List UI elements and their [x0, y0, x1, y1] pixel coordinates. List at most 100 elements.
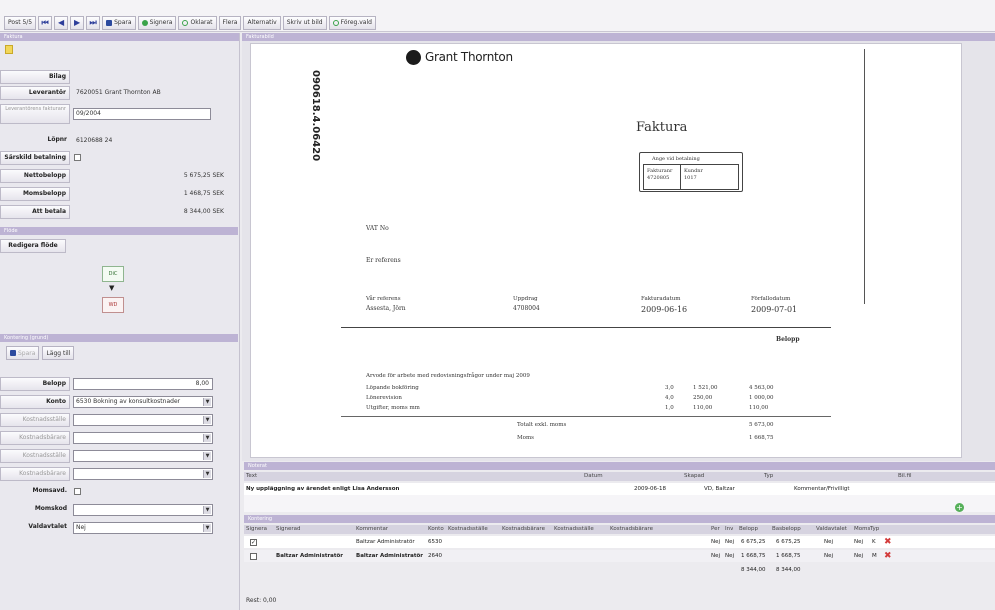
- invoice-image[interactable]: Grant Thornton 090618.4.06420 Faktura An…: [250, 43, 962, 458]
- posting-agreement: Nej: [824, 539, 834, 545]
- delete-row-icon[interactable]: ✖: [884, 550, 892, 562]
- posting-vat: Nej: [854, 553, 864, 559]
- assignment-label: Uppdrag: [513, 296, 538, 302]
- special-payment-row: Särskild betalning: [0, 150, 238, 165]
- col-costunit[interactable]: Kostnadsbärare: [502, 525, 545, 534]
- flow-node-wd[interactable]: WD: [102, 297, 124, 313]
- invoice-line-text: Utgifter, moms mm: [366, 405, 420, 411]
- supplier-label[interactable]: Leverantör: [0, 85, 70, 100]
- col-sign[interactable]: Signera: [246, 525, 267, 534]
- add-note-icon[interactable]: +: [955, 503, 964, 512]
- col-costcenter[interactable]: Kostnadsställe: [448, 525, 488, 534]
- note-icon[interactable]: [5, 45, 13, 54]
- posting-amount: 1 668,75: [741, 553, 766, 559]
- vat-deduct-row: Momsavd.: [0, 484, 238, 499]
- invoice-line-text: Löpande bokföring: [366, 385, 419, 391]
- posting-type: M: [872, 553, 877, 559]
- supplier-row: Leverantör 7620051 Grant Thornton AB: [0, 85, 238, 100]
- next-record-button[interactable]: ▶: [70, 15, 85, 30]
- invoice-title: Faktura: [636, 120, 688, 135]
- col-costunit2[interactable]: Kostnadsbärare: [610, 525, 653, 534]
- save-button[interactable]: Spara: [102, 15, 136, 30]
- costcenter2-select[interactable]: ▼: [73, 449, 213, 462]
- col-signed[interactable]: Signerad: [276, 525, 301, 534]
- notes-col-text[interactable]: Text: [246, 472, 257, 481]
- chevron-down-icon[interactable]: ▼: [203, 469, 211, 478]
- page-edge: [864, 49, 865, 304]
- account-select[interactable]: 6530 Bokning av konsultkostnader ▼: [73, 395, 213, 408]
- notes-col-date[interactable]: Datum: [584, 472, 603, 481]
- save-icon: [10, 350, 16, 356]
- posting-base-amount: 6 675,25: [776, 539, 801, 545]
- posting-per: Nej: [711, 553, 721, 559]
- special-payment-checkbox[interactable]: [74, 154, 81, 161]
- vat-code-select[interactable]: ▼: [73, 503, 213, 516]
- col-costcenter2[interactable]: Kostnadsställe: [554, 525, 594, 534]
- unclear-button[interactable]: Oklarat: [178, 15, 217, 30]
- costcenter1-label: Kostnadsställe: [0, 412, 70, 427]
- col-base-amount[interactable]: Basbelopp: [772, 525, 801, 534]
- prev-record-button[interactable]: ◀: [54, 15, 69, 30]
- chevron-down-icon[interactable]: ▼: [203, 415, 211, 424]
- note-text: Ny uppläggning av ärendet enligt Lisa An…: [246, 486, 400, 492]
- notes-grid-header: Text Datum Skapad Typ Bil.fil: [244, 472, 995, 481]
- agreement-select[interactable]: Nej ▼: [73, 521, 213, 534]
- sign-checkbox[interactable]: [250, 553, 257, 560]
- edit-flow-button[interactable]: Redigera flöde: [0, 238, 66, 253]
- previous-selected-button[interactable]: Föreg.vald: [328, 15, 376, 30]
- voucher-button[interactable]: Bilag: [0, 69, 70, 84]
- col-type[interactable]: Typ: [870, 525, 879, 534]
- posting-total-base: 8 344,00: [776, 567, 801, 573]
- print-image-button[interactable]: Skriv ut bild: [282, 15, 327, 30]
- amount-column-header: Belopp: [776, 336, 800, 343]
- assignment-value: 4708004: [513, 305, 540, 312]
- vat-deduct-checkbox[interactable]: [74, 488, 81, 495]
- chevron-down-icon[interactable]: ▼: [203, 433, 211, 442]
- costunit2-row: Kostnadsbärare ▼: [0, 466, 238, 481]
- net-value: 5 675,25 SEK: [183, 172, 224, 179]
- col-comment[interactable]: Kommentar: [356, 525, 388, 534]
- invoice-line-sum: 1 000,00: [749, 395, 774, 401]
- amount-input[interactable]: 8,00: [73, 377, 213, 390]
- col-per[interactable]: Per: [711, 525, 720, 534]
- posting-inv: Nej: [725, 539, 735, 545]
- col-agreement[interactable]: Valdavtalet: [816, 525, 847, 534]
- delete-row-icon[interactable]: ✖: [884, 536, 892, 548]
- notes-col-attachment[interactable]: Bil.fil: [898, 472, 912, 481]
- posting-row[interactable]: ✓ Baltzar Administratör 6530 Nej Nej 6 6…: [244, 536, 995, 548]
- sign-button[interactable]: Signera: [137, 15, 177, 30]
- invoice-line-price: 1 521,00: [693, 385, 718, 391]
- costunit1-select[interactable]: ▼: [73, 431, 213, 444]
- costunit1-label: Kostnadsbärare: [0, 430, 70, 445]
- chevron-down-icon[interactable]: ▼: [203, 523, 211, 532]
- col-account[interactable]: Konto: [428, 525, 444, 534]
- chevron-down-icon[interactable]: ▼: [203, 505, 211, 514]
- supplier-invoice-input[interactable]: 09/2004: [73, 108, 211, 120]
- notes-col-created[interactable]: Skapad: [684, 472, 704, 481]
- special-payment-label: Särskild betalning: [0, 150, 70, 165]
- net-label: Nettobelopp: [0, 168, 70, 183]
- costunit2-select[interactable]: ▼: [73, 467, 213, 480]
- notes-row[interactable]: Ny uppläggning av ärendet enligt Lisa An…: [244, 483, 995, 495]
- col-vat[interactable]: Moms: [854, 525, 870, 534]
- first-record-button[interactable]: ⏮: [38, 15, 53, 30]
- posting-account: 2640: [428, 553, 442, 559]
- posting-save-button[interactable]: Spara: [6, 346, 40, 360]
- add-posting-button[interactable]: Lägg till: [42, 346, 75, 360]
- posting-row[interactable]: Baltzar Administratör Baltzar Administra…: [244, 550, 995, 562]
- to-pay-value: 8 344,00 SEK: [183, 208, 224, 215]
- chevron-down-icon[interactable]: ▼: [203, 397, 211, 406]
- costcenter1-select[interactable]: ▼: [73, 413, 213, 426]
- last-record-button[interactable]: ⏭: [86, 15, 101, 30]
- options-button[interactable]: Alternativ: [243, 15, 281, 30]
- chevron-down-icon[interactable]: ▼: [203, 451, 211, 460]
- serial-value: 6120688 24: [76, 137, 113, 144]
- edit-flow-row: Redigera flöde: [0, 238, 238, 253]
- total-excl-label: Totalt exkl. moms: [517, 422, 567, 428]
- notes-col-type[interactable]: Typ: [764, 472, 773, 481]
- flow-node-dic[interactable]: DiC: [102, 266, 124, 282]
- col-inv[interactable]: Inv: [725, 525, 733, 534]
- more-button[interactable]: Flera: [218, 15, 242, 30]
- col-amount[interactable]: Belopp: [739, 525, 758, 534]
- sign-checkbox-checked[interactable]: ✓: [250, 539, 257, 546]
